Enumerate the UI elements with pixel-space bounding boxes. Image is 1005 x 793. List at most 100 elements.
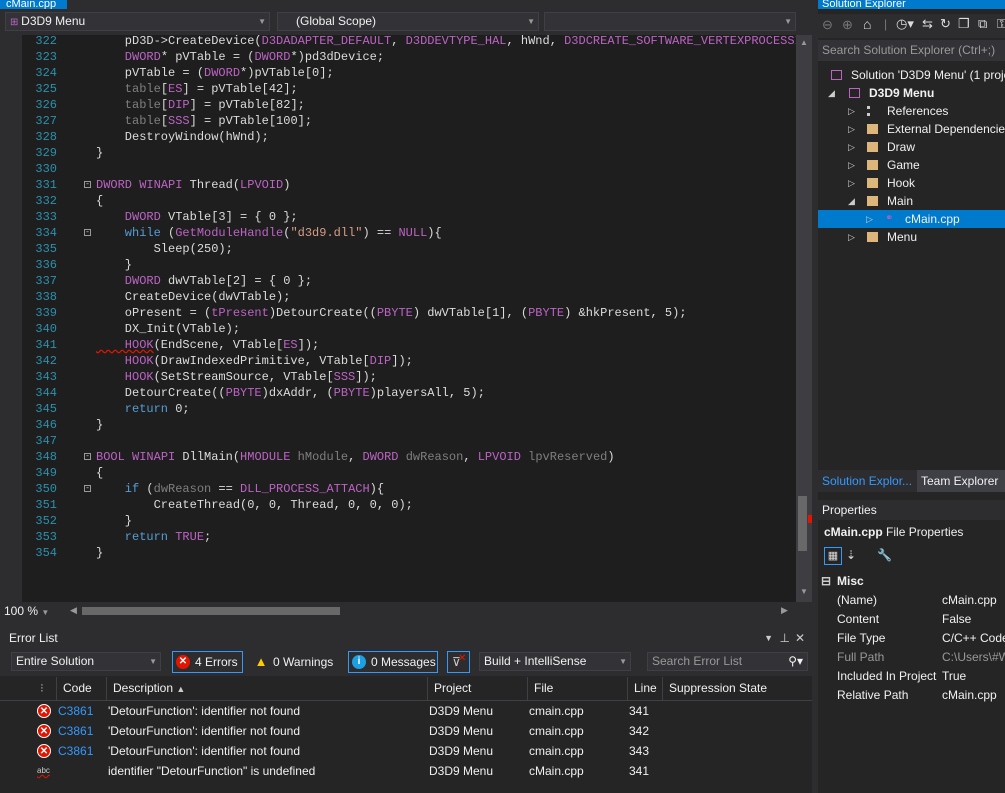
warnings-filter-button[interactable]: ▲ 0 Warnings bbox=[250, 651, 340, 673]
project-combo[interactable]: ⊞ D3D9 Menu ▼ bbox=[5, 12, 270, 31]
code-line[interactable]: 333 DWORD VTable[3] = { 0 }; bbox=[22, 209, 796, 225]
solution-search-input[interactable]: Search Solution Explorer (Ctrl+;) bbox=[818, 40, 1005, 61]
code-line[interactable]: 351 CreateThread(0, 0, Thread, 0, 0, 0); bbox=[22, 497, 796, 513]
collapsed-arrow-icon[interactable]: ▷ bbox=[848, 156, 855, 174]
tab-team-explorer[interactable]: Team Explorer bbox=[917, 470, 1005, 492]
code-line[interactable]: 327 table[SSS] = pVTable[100]; bbox=[22, 113, 796, 129]
code-line[interactable]: 326 table[DIP] = pVTable[82]; bbox=[22, 97, 796, 113]
member-combo[interactable]: ▼ bbox=[544, 12, 796, 31]
property-value[interactable]: cMain.cpp bbox=[942, 686, 1005, 705]
property-row[interactable]: Relative Path cMain.cpp bbox=[818, 686, 1005, 705]
code-line[interactable]: 346} bbox=[22, 417, 796, 433]
property-pages-icon[interactable]: 🔧 bbox=[877, 548, 892, 562]
code-line[interactable]: 324 pVTable = (DWORD*)pVTable[0]; bbox=[22, 65, 796, 81]
error-search-input[interactable]: Search Error List ⚲▾ bbox=[647, 652, 808, 671]
property-value[interactable]: C:\Users\#W bbox=[942, 648, 1005, 667]
line-column-header[interactable]: Line bbox=[627, 677, 662, 700]
error-row[interactable]: abc identifier "DetourFunction" is undefi… bbox=[0, 761, 812, 781]
code-line[interactable]: 337 DWORD dwVTable[2] = { 0 }; bbox=[22, 273, 796, 289]
property-row[interactable]: Included In Project True bbox=[818, 667, 1005, 686]
scroll-right-icon[interactable]: ▶ bbox=[781, 605, 788, 616]
collapse-icon[interactable]: ⊟ bbox=[821, 572, 831, 591]
collapse-all-icon[interactable]: ❐ bbox=[958, 16, 970, 32]
code-line[interactable]: 344 DetourCreate((PBYTE)dxAddr, (PBYTE)p… bbox=[22, 385, 796, 401]
code-line[interactable]: 334- while (GetModuleHandle("d3d9.dll") … bbox=[22, 225, 796, 241]
sync-icon[interactable]: ⇆ bbox=[922, 16, 933, 32]
back-icon[interactable]: ⊖ bbox=[822, 17, 833, 33]
home-icon[interactable]: ⌂ bbox=[863, 16, 871, 32]
tree-item-hook[interactable]: ▷ Hook bbox=[818, 174, 1005, 192]
suppression-column-header[interactable]: Suppression State bbox=[662, 677, 790, 700]
collapse-region-icon[interactable]: - bbox=[84, 181, 91, 189]
zoom-combo[interactable]: 100 % ▼ bbox=[4, 602, 64, 620]
code-line[interactable]: 340 DX_Init(VTable); bbox=[22, 321, 796, 337]
property-row[interactable]: Content False bbox=[818, 610, 1005, 629]
code-line[interactable]: 343 HOOK(SetStreamSource, VTable[SSS]); bbox=[22, 369, 796, 385]
horizontal-scroll-thumb[interactable] bbox=[82, 607, 340, 615]
tree-item-menu[interactable]: ▷ Menu bbox=[818, 228, 1005, 246]
refresh-icon[interactable]: ↻ bbox=[940, 16, 951, 32]
property-row[interactable]: Full Path C:\Users\#W bbox=[818, 648, 1005, 667]
collapsed-arrow-icon[interactable]: ▷ bbox=[866, 210, 873, 228]
code-line[interactable]: 353 return TRUE; bbox=[22, 529, 796, 545]
code-line[interactable]: 323 DWORD* pVTable = (DWORD*)pd3dDevice; bbox=[22, 49, 796, 65]
categorized-icon[interactable]: ▦ bbox=[824, 547, 842, 565]
build-source-combo[interactable]: Build + IntelliSense ▼ bbox=[479, 652, 631, 671]
code-line[interactable]: 322 pD3D->CreateDevice(D3DADAPTER_DEFAUL… bbox=[22, 35, 796, 49]
collapse-region-icon[interactable]: - bbox=[84, 485, 91, 493]
code-line[interactable]: 354} bbox=[22, 545, 796, 561]
filter-button[interactable]: ⊽ ✕ bbox=[447, 651, 470, 673]
forward-icon[interactable]: ⊕ bbox=[842, 17, 853, 33]
scope-combo[interactable]: (Global Scope) ▼ bbox=[277, 12, 539, 31]
code-editor[interactable]: 322 pD3D->CreateDevice(D3DADAPTER_DEFAUL… bbox=[0, 35, 796, 602]
code-line[interactable]: 342 HOOK(DrawIndexedPrimitive, VTable[DI… bbox=[22, 353, 796, 369]
property-value[interactable]: False bbox=[942, 610, 1005, 629]
file-column-header[interactable]: File bbox=[527, 677, 627, 700]
scroll-down-icon[interactable]: ▼ bbox=[800, 587, 808, 596]
collapsed-arrow-icon[interactable]: ▷ bbox=[848, 102, 855, 120]
errors-filter-button[interactable]: ✕ 4 Errors bbox=[172, 651, 243, 673]
code-line[interactable]: 341 HOOK(EndScene, VTable[ES]); bbox=[22, 337, 796, 353]
property-row[interactable]: (Name) cMain.cpp bbox=[818, 591, 1005, 610]
code-line[interactable]: 339 oPresent = (tPresent)DetourCreate((P… bbox=[22, 305, 796, 321]
collapsed-arrow-icon[interactable]: ▷ bbox=[848, 120, 855, 138]
pending-changes-icon[interactable]: ◷▾ bbox=[896, 16, 914, 32]
code-line[interactable]: 329} bbox=[22, 145, 796, 161]
error-row[interactable]: ✕ C3861 'DetourFunction': identifier not f… bbox=[0, 701, 812, 721]
scroll-left-icon[interactable]: ◀ bbox=[70, 605, 77, 616]
code-line[interactable]: 328 DestroyWindow(hWnd); bbox=[22, 129, 796, 145]
tree-item-draw[interactable]: ▷ Draw bbox=[818, 138, 1005, 156]
properties-object-selector[interactable]: cMain.cpp File Properties bbox=[818, 521, 1005, 543]
tree-item-references[interactable]: ▷ References bbox=[818, 102, 1005, 120]
tree-item-cmain-cpp[interactable]: ▷ ⚭ cMain.cpp bbox=[818, 210, 1005, 228]
error-code[interactable]: C3861 bbox=[58, 721, 93, 741]
collapsed-arrow-icon[interactable]: ▷ bbox=[848, 228, 855, 246]
code-line[interactable]: 352 } bbox=[22, 513, 796, 529]
collapsed-arrow-icon[interactable]: ▷ bbox=[848, 138, 855, 156]
code-line[interactable]: 331 - DWORD WINAPI Thread(LPVOID) bbox=[22, 177, 796, 193]
pin-icon[interactable]: ⊥ bbox=[780, 628, 790, 648]
property-value[interactable]: C/C++ Code bbox=[942, 629, 1005, 648]
property-value[interactable]: True bbox=[942, 667, 1005, 686]
property-value[interactable]: cMain.cpp bbox=[942, 591, 1005, 610]
window-position-icon[interactable]: ▼ bbox=[764, 628, 773, 648]
code-line[interactable]: 325 table[ES] = pVTable[42]; bbox=[22, 81, 796, 97]
code-line[interactable]: 335 Sleep(250); bbox=[22, 241, 796, 257]
alphabetical-icon[interactable]: ⇣ bbox=[846, 548, 856, 562]
error-code[interactable]: C3861 bbox=[58, 701, 93, 721]
project-column-header[interactable]: Project bbox=[427, 677, 527, 700]
tree-item-game[interactable]: ▷ Game bbox=[818, 156, 1005, 174]
error-row[interactable]: ✕ C3861 'DetourFunction': identifier not f… bbox=[0, 741, 812, 761]
property-category-misc[interactable]: ⊟ Misc bbox=[818, 572, 1005, 591]
code-line[interactable]: 330 bbox=[22, 161, 796, 177]
category-column[interactable]: ⁝ bbox=[34, 677, 56, 700]
scroll-up-icon[interactable]: ▲ bbox=[800, 38, 808, 47]
tree-item-main[interactable]: ◢ Main bbox=[818, 192, 1005, 210]
collapse-region-icon[interactable]: - bbox=[84, 229, 91, 237]
code-line[interactable]: 345 return 0; bbox=[22, 401, 796, 417]
expanded-arrow-icon[interactable]: ◢ bbox=[848, 192, 855, 210]
collapse-region-icon[interactable]: - bbox=[84, 453, 91, 461]
description-column-header[interactable]: Description ▲ bbox=[106, 677, 427, 700]
expanded-arrow-icon[interactable]: ◢ bbox=[828, 84, 835, 102]
code-column-header[interactable]: Code bbox=[56, 677, 106, 700]
